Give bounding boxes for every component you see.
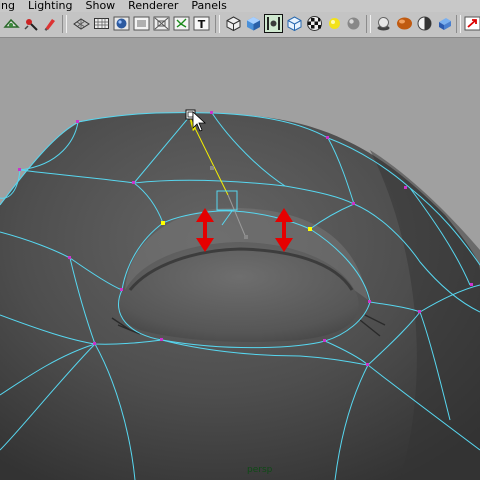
camera-label: persp	[247, 465, 273, 475]
menu-lighting[interactable]: Lighting	[28, 0, 72, 12]
manipulator-point[interactable]	[210, 166, 214, 170]
bounding-box-icon[interactable]	[93, 15, 110, 32]
menu-show[interactable]: Show	[85, 0, 115, 12]
orange-sphere-icon[interactable]	[396, 15, 413, 32]
panel-toolbar: T	[0, 12, 480, 38]
yellow-light-icon[interactable]	[326, 15, 343, 32]
blue-cube-icon[interactable]	[436, 15, 453, 32]
menu-shading[interactable]: ing	[0, 0, 15, 12]
toolbar-separator	[62, 15, 67, 33]
toolbar-separator	[456, 15, 461, 33]
camera-attribute-icon[interactable]	[3, 15, 20, 32]
toolbar-separator	[366, 15, 371, 33]
grey-sphere-icon[interactable]	[345, 15, 362, 32]
manipulator-point[interactable]	[244, 235, 248, 239]
texture-cube-icon[interactable]	[286, 15, 303, 32]
isolate-icon[interactable]	[225, 15, 242, 32]
select-camera-icon[interactable]	[22, 15, 39, 32]
xray-icon[interactable]	[153, 15, 170, 32]
toolbar-separator	[215, 15, 220, 33]
texture-display-icon[interactable]	[173, 15, 190, 32]
red-arrow-icon[interactable]	[464, 15, 480, 32]
wireframe-icon[interactable]	[73, 15, 90, 32]
half-sphere-icon[interactable]	[416, 15, 433, 32]
perspective-viewport[interactable]	[0, 38, 480, 480]
display-text-icon[interactable]: T	[193, 15, 210, 32]
svg-text:T: T	[198, 18, 206, 31]
flat-shade-icon[interactable]	[133, 15, 150, 32]
menu-bar: ing Lighting Show Renderer Panels	[0, 0, 480, 12]
bookmark-icon[interactable]	[41, 15, 58, 32]
menu-renderer[interactable]: Renderer	[128, 0, 178, 12]
shaded-cube-icon[interactable]	[245, 15, 262, 32]
frame-selection-icon[interactable]	[264, 14, 283, 33]
smooth-shade-icon[interactable]	[113, 15, 130, 32]
checker-icon[interactable]	[306, 15, 323, 32]
menu-panels[interactable]: Panels	[191, 0, 226, 12]
default-light-icon[interactable]	[375, 15, 392, 32]
